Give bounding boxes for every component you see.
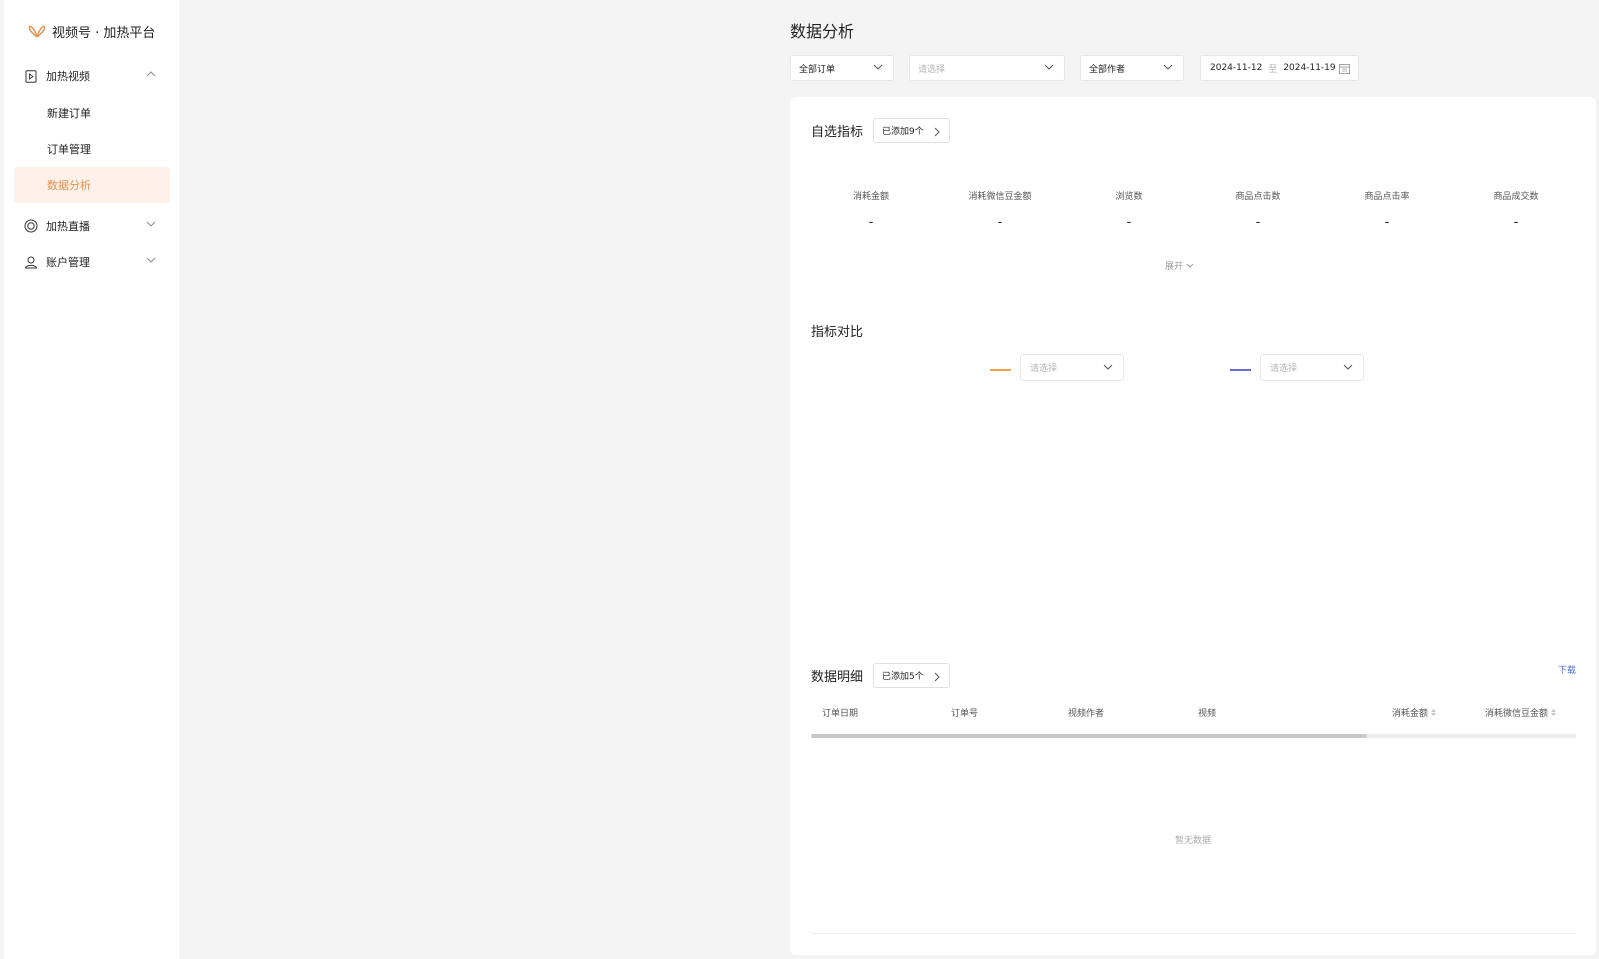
columns-added-label: 已添加5个 [882, 672, 924, 682]
metric-value: - [1513, 215, 1519, 230]
author-select[interactable]: 全部作者 [1080, 55, 1184, 81]
table-header-order-date[interactable]: 订单日期 [822, 706, 858, 719]
sidebar-group-label: 账户管理 [46, 256, 90, 269]
column-label: 视频 [1198, 709, 1217, 719]
chevron-down-icon [146, 221, 156, 227]
metric-item: 浏览数 - [1064, 189, 1194, 230]
metric-compare-title: 指标对比 [811, 325, 864, 340]
empty-state-text: 暂无数据 [1174, 836, 1211, 846]
expand-metrics-button[interactable]: 展开 [1165, 259, 1205, 272]
sidebar-group-label: 加热视频 [46, 70, 90, 83]
sidebar-group-video[interactable]: 加热视频 [14, 58, 170, 94]
order-type-value: 全部订单 [799, 64, 836, 75]
sort-icon[interactable] [1431, 709, 1437, 716]
table-bottom-divider [811, 933, 1576, 934]
table-header-wechat-bean-cost[interactable]: 消耗微信豆金额 [1485, 706, 1557, 719]
app-logo[interactable]: 视频号 · 加热平台 [28, 20, 155, 42]
column-label: 订单日期 [822, 709, 859, 719]
sort-icon[interactable] [1551, 709, 1557, 716]
column-label: 消耗金额 [1392, 709, 1429, 719]
chevron-down-icon [146, 257, 156, 263]
table-header-video-author[interactable]: 视频作者 [1068, 706, 1104, 719]
sidebar-group-live[interactable]: 加热直播 [14, 208, 170, 244]
sidebar-item-order-management[interactable]: 订单管理 [14, 131, 170, 167]
metric-label: 浏览数 [1115, 192, 1143, 202]
metric-item: 商品点击率 - [1322, 189, 1452, 230]
sidebar-item-label: 新建订单 [47, 107, 91, 120]
calendar-icon [1339, 64, 1350, 74]
sidebar-item-data-analysis[interactable]: 数据分析 [14, 167, 170, 203]
date-range-picker[interactable]: 2024-11-12 至 2024-11-19 [1200, 55, 1359, 81]
chevron-up-icon [146, 71, 156, 77]
sidebar-group-label: 加热直播 [46, 220, 90, 233]
chevron-down-icon [873, 64, 883, 70]
sidebar-item-label: 数据分析 [47, 179, 91, 192]
scrollbar-thumb[interactable] [811, 734, 1367, 738]
metric-value: - [868, 215, 874, 230]
metric-label: 商品成交数 [1493, 192, 1539, 202]
chevron-down-icon [1163, 64, 1173, 70]
order-select-placeholder: 请选择 [918, 64, 946, 75]
metric-value: - [997, 215, 1003, 230]
expand-label: 展开 [1165, 262, 1184, 272]
column-label: 视频作者 [1068, 709, 1105, 719]
metric-value: - [1384, 215, 1390, 230]
columns-added-button[interactable]: 已添加5个 [873, 663, 950, 688]
metric-item: 消耗金额 - [806, 189, 936, 230]
app-title: 视频号 · 加热平台 [52, 25, 156, 41]
sidebar-group-account[interactable]: 账户管理 [14, 244, 170, 280]
order-type-select[interactable]: 全部订单 [790, 55, 894, 81]
table-header-cost[interactable]: 消耗金额 [1392, 706, 1437, 719]
metric-label: 商品点击率 [1364, 192, 1410, 202]
video-file-icon [24, 69, 38, 83]
compare-select-placeholder: 请选择 [1270, 364, 1298, 374]
metrics-added-label: 已添加9个 [882, 127, 924, 137]
compare-metric-select-1[interactable]: 请选择 [1020, 354, 1124, 381]
metric-item: 商品点击数 - [1193, 189, 1323, 230]
chevron-right-icon [934, 127, 940, 137]
table-header-order-id[interactable]: 订单号 [951, 706, 978, 719]
user-account-icon [24, 255, 38, 269]
metric-item: 消耗微信豆金额 - [935, 189, 1065, 230]
order-select[interactable]: 请选择 [909, 55, 1065, 81]
custom-metrics-title: 自选指标 [811, 125, 864, 140]
chevron-down-icon [1044, 64, 1054, 70]
sidebar-item-new-order[interactable]: 新建订单 [14, 95, 170, 131]
date-separator: 至 [1268, 64, 1278, 75]
chevron-down-icon [1103, 364, 1113, 370]
compare-metric-select-2[interactable]: 请选择 [1260, 354, 1364, 381]
chevron-down-icon [1186, 263, 1194, 268]
metric-label: 商品点击数 [1235, 192, 1281, 202]
content-card: 自选指标 已添加9个 消耗金额 - 消耗微信豆金额 - 浏览数 - 商品点击数 … [790, 97, 1596, 955]
metrics-added-button[interactable]: 已添加9个 [873, 118, 950, 143]
live-circle-icon [24, 219, 38, 233]
table-horizontal-scrollbar[interactable] [811, 734, 1576, 738]
metric-label: 消耗金额 [852, 192, 889, 202]
table-header-video[interactable]: 视频 [1198, 706, 1216, 719]
chevron-down-icon [1343, 364, 1353, 370]
compare-legend-line-purple [1230, 369, 1251, 371]
butterfly-logo-icon [28, 25, 46, 38]
sidebar-item-label: 订单管理 [47, 143, 91, 156]
column-label: 订单号 [951, 709, 979, 719]
author-select-value: 全部作者 [1089, 64, 1126, 75]
metric-label: 消耗微信豆金额 [968, 192, 1032, 202]
column-label: 消耗微信豆金额 [1485, 709, 1549, 719]
date-end[interactable]: 2024-11-19 [1283, 63, 1335, 73]
metric-value: - [1255, 215, 1261, 230]
sidebar: 视频号 · 加热平台 加热视频 新建订单 订单管理 数据分析 加热直播 账户管理 [4, 0, 179, 959]
metric-item: 商品成交数 - [1451, 189, 1581, 230]
compare-legend-line-orange [990, 369, 1011, 371]
data-detail-title: 数据明细 [811, 670, 864, 685]
download-link[interactable]: 下载 [1558, 663, 1576, 676]
page-title: 数据分析 [790, 22, 855, 41]
chevron-right-icon [934, 672, 940, 682]
compare-select-placeholder: 请选择 [1030, 364, 1058, 374]
date-start[interactable]: 2024-11-12 [1210, 63, 1262, 73]
metric-value: - [1126, 215, 1132, 230]
